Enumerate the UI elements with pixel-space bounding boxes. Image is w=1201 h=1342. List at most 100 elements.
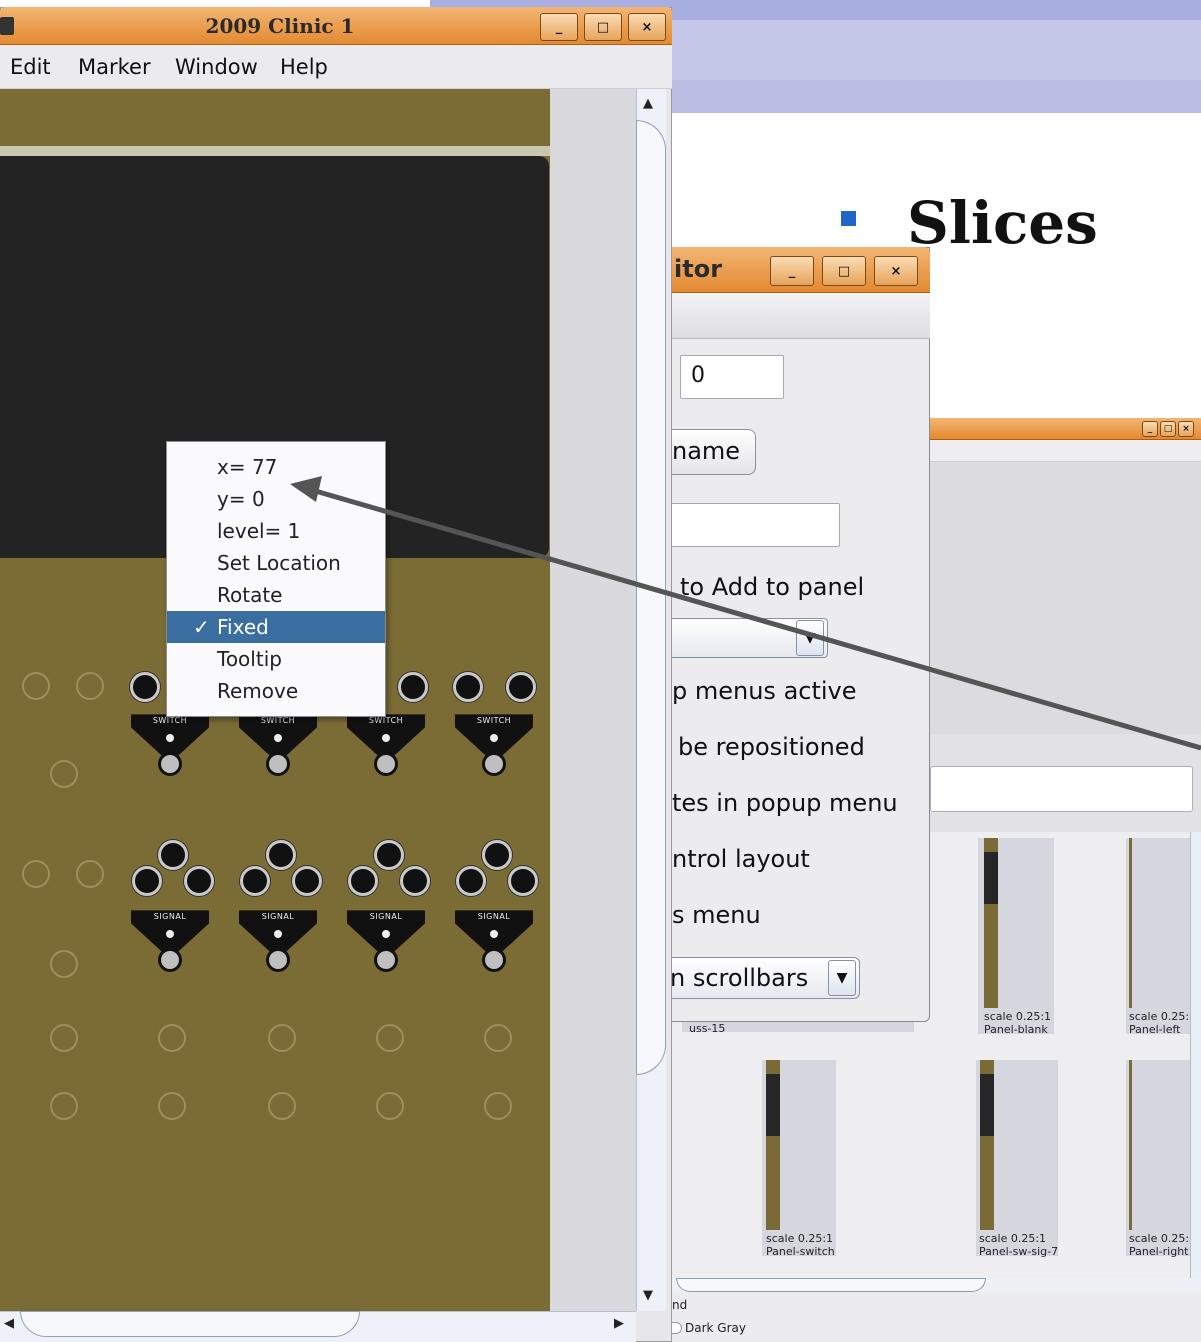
switch-module-label: SWITCH — [476, 716, 512, 725]
close-icon[interactable]: × — [874, 256, 918, 286]
signal-knob[interactable] — [508, 866, 538, 896]
maximize-icon[interactable]: □ — [584, 13, 622, 41]
chevron-down-icon[interactable]: ▼ — [796, 620, 824, 656]
signal-knob[interactable] — [456, 866, 486, 896]
palette-vertical-scrollbar[interactable] — [1190, 832, 1201, 1278]
popup-item-level[interactable]: level= 1 — [167, 515, 385, 547]
popup-item-label: level= 1 — [217, 519, 301, 543]
minimize-icon[interactable]: _ — [1142, 421, 1158, 437]
radio-dark-gray[interactable] — [672, 1322, 682, 1334]
signal-module[interactable]: SIGNAL — [347, 900, 425, 980]
menu-help[interactable]: Help — [280, 52, 328, 82]
editor-option-label[interactable]: tes in popup menu — [672, 788, 898, 818]
switch-module-label: SWITCH — [260, 716, 296, 725]
popup-item-label: Rotate — [217, 583, 283, 607]
switch-module-label: SWITCH — [152, 716, 188, 725]
tile-name: Panel-blank — [984, 1023, 1048, 1036]
panel-ghost-knob — [376, 1092, 404, 1120]
panel-ghost-knob — [50, 760, 78, 788]
tile-name: Panel-switch — [766, 1245, 835, 1258]
bullet-icon — [841, 211, 856, 226]
editor-name-button[interactable]: name — [668, 429, 756, 475]
signal-knob[interactable] — [292, 866, 322, 896]
panel-ghost-knob — [50, 1024, 78, 1052]
scroll-up-icon[interactable]: ▲ — [643, 96, 653, 111]
palette-titlebar[interactable]: _ □ × — [928, 418, 1201, 440]
popup-item-fixed[interactable]: ✓ Fixed — [167, 611, 385, 643]
radio-label-dark-gray: Dark Gray — [685, 1321, 746, 1335]
panel-ghost-knob — [268, 1092, 296, 1120]
popup-item-set-location[interactable]: Set Location — [167, 547, 385, 579]
palette-scroll-thumb[interactable] — [676, 1278, 986, 1292]
menu-marker[interactable]: Marker — [78, 52, 151, 82]
editor-option-label[interactable]: ntrol layout — [672, 844, 810, 874]
palette-tile-panel-blank[interactable] — [978, 838, 1054, 1034]
popup-item-rotate[interactable]: Rotate — [167, 579, 385, 611]
maximize-icon[interactable]: □ — [822, 256, 866, 286]
palette-bottom-panel: nd Dark Gray — [672, 1292, 1201, 1342]
signal-knob[interactable] — [240, 866, 270, 896]
palette-toolbar — [928, 440, 1201, 462]
panel-ghost-knob — [22, 860, 50, 888]
signal-knob[interactable] — [374, 840, 404, 870]
editor-option-label[interactable]: be repositioned — [678, 732, 865, 762]
close-icon[interactable]: × — [1178, 421, 1194, 437]
signal-knob[interactable] — [132, 866, 162, 896]
popup-item-remove[interactable]: Remove — [167, 675, 385, 707]
editor-number-field[interactable]: 0 — [680, 355, 784, 399]
editor-option-label[interactable]: s menu — [672, 900, 761, 930]
popup-item-x[interactable]: x= 77 — [167, 451, 385, 483]
scroll-left-icon[interactable]: ◀ — [4, 1316, 14, 1331]
maximize-icon[interactable]: □ — [1160, 421, 1176, 437]
signal-module-label: SIGNAL — [153, 912, 187, 921]
scroll-right-icon[interactable]: ▶ — [614, 1316, 624, 1331]
switch-knob[interactable] — [398, 672, 428, 702]
signal-knob[interactable] — [400, 866, 430, 896]
panel-vertical-scroll-thumb[interactable] — [636, 120, 666, 1075]
tile-scale: scale 0.25:1 — [984, 1010, 1052, 1023]
switch-knob[interactable] — [130, 672, 160, 702]
panel-ghost-knob — [50, 1092, 78, 1120]
panel-ghost-knob — [484, 1092, 512, 1120]
panel-ghost-knob — [268, 1024, 296, 1052]
minimize-icon[interactable]: _ — [770, 256, 814, 286]
checkmark-icon: ✓ — [193, 615, 210, 639]
editor-option-label[interactable]: p menus active — [672, 676, 857, 706]
editor-scrollbars-label: n scrollbars — [670, 964, 809, 992]
close-icon[interactable]: × — [628, 13, 666, 41]
tile-name: Panel-left — [1129, 1023, 1181, 1036]
popup-item-label: Fixed — [217, 615, 269, 639]
scroll-down-icon[interactable]: ▼ — [643, 1288, 653, 1303]
signal-knob[interactable] — [158, 840, 188, 870]
tile-scale: scale 0.25:1 — [766, 1232, 834, 1245]
signal-knob[interactable] — [348, 866, 378, 896]
palette-tile-panel-sw-sig[interactable] — [976, 1060, 1058, 1256]
palette-text-field[interactable] — [930, 766, 1193, 812]
popup-item-tooltip[interactable]: Tooltip — [167, 643, 385, 675]
popup-item-label: y= 0 — [217, 487, 265, 511]
editor-text-field[interactable] — [660, 503, 840, 547]
signal-knob[interactable] — [482, 840, 512, 870]
switch-module-label: SWITCH — [368, 716, 404, 725]
switch-knob[interactable] — [506, 672, 536, 702]
popup-item-label: Tooltip — [217, 647, 282, 671]
popup-item-y[interactable]: y= 0 — [167, 483, 385, 515]
panel-stripe — [0, 146, 550, 156]
tile-scale: scale 0.25:1 — [979, 1232, 1047, 1245]
panel-horizontal-scroll-thumb[interactable] — [20, 1311, 360, 1337]
signal-knob[interactable] — [184, 866, 214, 896]
bottom-partial-label: nd — [672, 1298, 688, 1312]
signal-module[interactable]: SIGNAL — [455, 900, 533, 980]
signal-module[interactable]: SIGNAL — [131, 900, 209, 980]
chevron-down-icon[interactable]: ▼ — [828, 960, 856, 996]
editor-add-label: to Add to panel — [680, 573, 865, 601]
signal-knob[interactable] — [266, 840, 296, 870]
menu-window[interactable]: Window — [175, 52, 258, 82]
tile-caption: uss-15 — [689, 1022, 726, 1035]
switch-module[interactable]: SWITCH — [455, 704, 533, 784]
switch-knob[interactable] — [453, 672, 483, 702]
signal-module[interactable]: SIGNAL — [239, 900, 317, 980]
menu-edit[interactable]: Edit — [10, 52, 51, 82]
palette-tile-panel-switch[interactable] — [762, 1060, 836, 1256]
tile-scale: scale 0.25: — [1129, 1232, 1190, 1245]
